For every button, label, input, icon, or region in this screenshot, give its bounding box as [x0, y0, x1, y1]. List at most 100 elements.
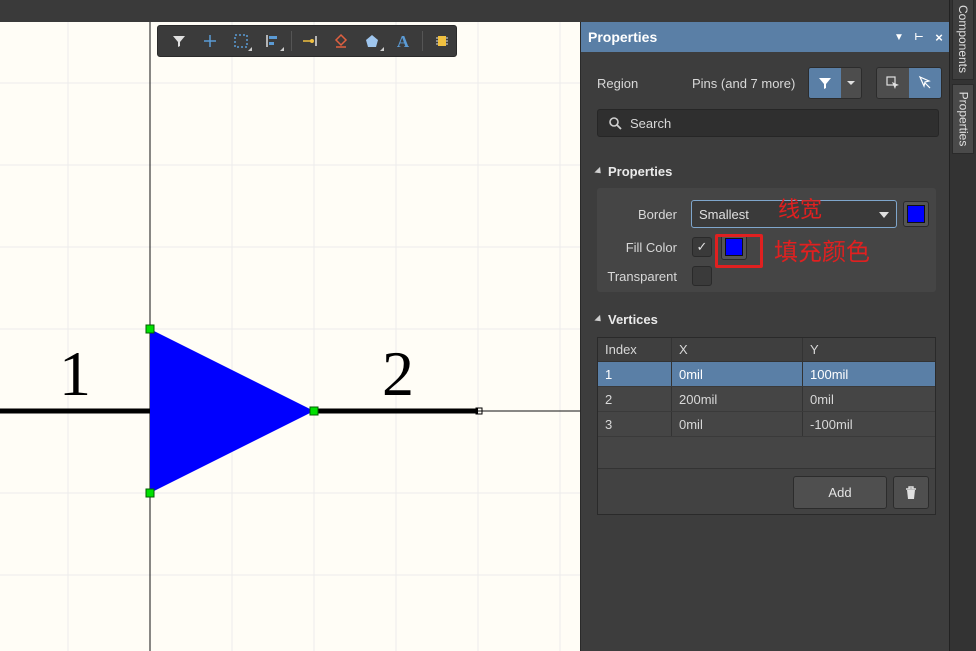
- add-vertex-button[interactable]: Add: [793, 476, 887, 509]
- cell-x: 200mil: [672, 387, 803, 411]
- search-placeholder: Search: [630, 115, 672, 131]
- cell-y: -100mil: [810, 416, 853, 432]
- search-input[interactable]: Search: [597, 109, 939, 137]
- table-row[interactable]: 1 0mil 100mil: [598, 362, 935, 387]
- component-tool[interactable]: [427, 28, 456, 54]
- annotation-fill: 填充颜色: [774, 238, 870, 266]
- border-color-fill: [907, 205, 925, 223]
- fill-color-checkbox[interactable]: ✓: [692, 237, 712, 257]
- select-rect-tool[interactable]: [226, 28, 255, 54]
- region-value: Pins (and 7 more): [692, 75, 796, 91]
- cell-y: 0mil: [810, 391, 834, 407]
- pin-tool[interactable]: [295, 28, 324, 54]
- transparent-label: Transparent: [607, 268, 677, 284]
- filter-icon: [172, 36, 185, 47]
- eraser-icon: [335, 33, 348, 48]
- top-strip: [0, 0, 949, 22]
- filter-button[interactable]: [809, 68, 841, 98]
- pin-label-1: 1: [59, 338, 91, 409]
- toolbar-separator: [421, 31, 423, 51]
- cell-index: 2: [598, 387, 672, 411]
- header-x[interactable]: X: [672, 338, 803, 361]
- filter-dropdown[interactable]: [808, 67, 862, 99]
- select-pointer-button[interactable]: [909, 68, 941, 98]
- cell-x: 0mil: [672, 412, 803, 436]
- table-footer: Add: [598, 468, 935, 514]
- vertices-section-header[interactable]: Vertices: [594, 312, 658, 327]
- vertex-handle-3[interactable]: [145, 488, 155, 498]
- vertices-section-title: Vertices: [608, 312, 658, 327]
- annotation-border: 线宽: [778, 198, 823, 223]
- fill-color-row: Fill Color ✓: [597, 234, 936, 260]
- text-tool[interactable]: A: [389, 28, 418, 54]
- properties-panel: Properties ▼ ⊢ × Region Pins (and 7 more…: [580, 22, 949, 651]
- panel-menu-icon[interactable]: ▼: [889, 32, 909, 43]
- svg-text:A: A: [397, 32, 410, 50]
- select-objects-icon: [886, 76, 899, 89]
- polygon-tool[interactable]: [358, 28, 387, 54]
- vertex-handle-2[interactable]: [309, 406, 319, 416]
- transparent-checkbox[interactable]: [692, 266, 712, 286]
- text-icon: A: [397, 32, 410, 50]
- chevron-down-icon: [847, 81, 855, 85]
- search-icon: [609, 117, 622, 130]
- cell-index: 1: [598, 362, 672, 386]
- properties-section-header[interactable]: Properties: [594, 164, 673, 179]
- panel-header: Properties ▼ ⊢ ×: [581, 22, 949, 52]
- select-pointer-icon: [918, 75, 931, 89]
- side-tab-strip: Components Properties: [949, 0, 976, 651]
- close-icon[interactable]: ×: [929, 30, 949, 45]
- panel-title: Properties: [588, 29, 658, 45]
- cell-x: 0mil: [672, 362, 803, 386]
- canvas-drawing: 1 2: [0, 22, 580, 651]
- border-label: Border: [637, 206, 677, 222]
- tab-properties[interactable]: Properties: [952, 84, 974, 154]
- collapse-triangle-icon: [594, 166, 604, 177]
- schematic-canvas[interactable]: 1 2: [0, 22, 580, 651]
- component-icon: [435, 36, 448, 46]
- border-row: Border Smallest: [597, 200, 936, 228]
- toolbar-separator: [290, 31, 292, 51]
- header-index[interactable]: Index: [598, 338, 672, 361]
- filter-icon: [819, 78, 831, 89]
- region-row: Region Pins (and 7 more): [597, 67, 942, 99]
- polygon-icon: [366, 35, 379, 47]
- table-row[interactable]: 3 0mil -100mil: [598, 412, 935, 437]
- chevron-down-icon: [879, 212, 889, 218]
- grid: [0, 22, 580, 651]
- cell-y: 100mil: [810, 366, 849, 382]
- align-tool[interactable]: [257, 28, 286, 54]
- pin-label-2: 2: [382, 338, 414, 409]
- vertex-handle-1[interactable]: [145, 324, 155, 334]
- tab-components[interactable]: Components: [952, 0, 974, 80]
- highlight-box: [715, 234, 763, 268]
- border-width-value: Smallest: [699, 206, 749, 222]
- header-y[interactable]: Y: [803, 338, 935, 361]
- table-row[interactable]: 2 200mil 0mil: [598, 387, 935, 412]
- pin-panel-icon[interactable]: ⊢: [909, 32, 929, 43]
- delete-vertex-button[interactable]: [893, 476, 929, 509]
- cell-index: 3: [598, 412, 672, 436]
- table-header: Index X Y: [598, 338, 935, 362]
- select-objects-button[interactable]: [877, 68, 909, 98]
- check-icon: ✓: [696, 239, 708, 254]
- cross-tool[interactable]: [195, 28, 224, 54]
- transparent-row: Transparent: [597, 263, 936, 289]
- vertices-table: Index X Y 1 0mil 100mil 2 200mil 0mil 3 …: [597, 337, 936, 515]
- border-color-swatch[interactable]: [903, 201, 929, 227]
- fill-color-label: Fill Color: [625, 239, 677, 255]
- filter-tool[interactable]: [164, 28, 193, 54]
- properties-box: Border Smallest Fill Color ✓ Transparent: [597, 188, 936, 292]
- tab-components-label: Components: [956, 4, 971, 74]
- filter-dropdown-arrow[interactable]: [841, 68, 861, 98]
- properties-section-title: Properties: [608, 164, 673, 179]
- selection-mode-group: [876, 67, 942, 99]
- pin-icon: [303, 36, 317, 46]
- trash-icon: [906, 485, 916, 499]
- region-label: Region: [597, 75, 639, 91]
- tab-properties-label: Properties: [956, 91, 971, 147]
- eraser-tool[interactable]: [327, 28, 356, 54]
- cross-icon: [203, 35, 216, 47]
- select-rect-icon: [234, 34, 248, 48]
- floating-toolbar: A: [157, 25, 457, 57]
